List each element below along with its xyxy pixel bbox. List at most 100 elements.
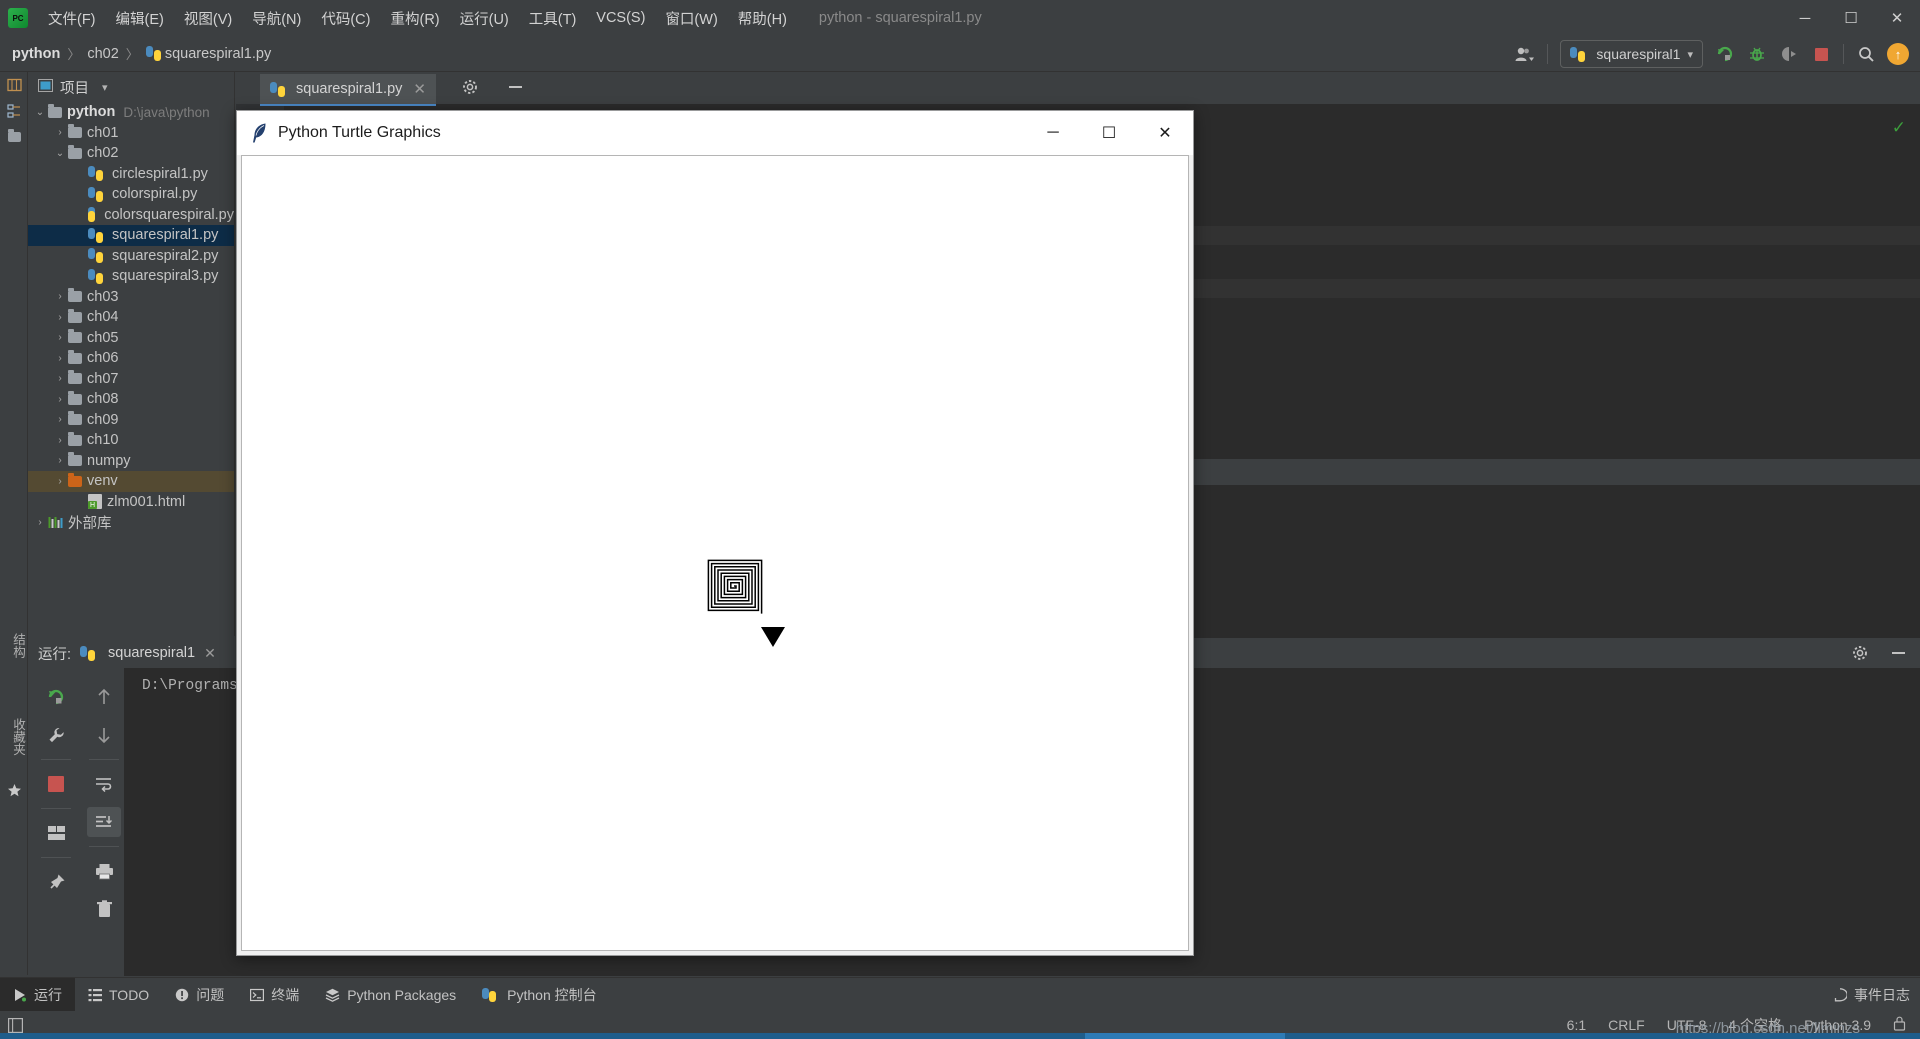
chevron-icon[interactable]: › xyxy=(52,373,68,384)
chevron-icon[interactable]: › xyxy=(52,414,68,425)
caret-position[interactable]: 6:1 xyxy=(1567,1017,1586,1033)
run-button[interactable] xyxy=(1710,40,1740,68)
menu-view[interactable]: 视图(V) xyxy=(174,5,242,32)
favorites-star-icon[interactable] xyxy=(0,777,28,803)
chevron-icon[interactable]: › xyxy=(52,332,68,343)
menu-navigate[interactable]: 导航(N) xyxy=(242,5,311,32)
strip-label-structure[interactable]: 结构 xyxy=(0,627,28,664)
tree-item-ch06[interactable]: › ch06 xyxy=(28,348,234,369)
tool-todo[interactable]: TODO xyxy=(75,978,162,1012)
rerun-button[interactable] xyxy=(39,682,73,712)
chevron-icon[interactable]: › xyxy=(32,517,48,528)
menu-refactor[interactable]: 重构(R) xyxy=(380,5,449,32)
tree-item-zlm001-html[interactable]: zlm001.html xyxy=(28,492,234,513)
trash-icon[interactable] xyxy=(87,894,121,924)
chevron-icon[interactable]: › xyxy=(52,455,68,466)
menu-vcs[interactable]: VCS(S) xyxy=(586,7,655,29)
arrow-down-icon[interactable] xyxy=(87,720,121,750)
update-project-icon[interactable]: ↑ xyxy=(1883,40,1913,68)
turtle-maximize-button[interactable]: ☐ xyxy=(1081,111,1137,155)
window-close-button[interactable]: ✕ xyxy=(1874,0,1920,36)
indent-setting[interactable]: 4 个空格 xyxy=(1728,1015,1782,1035)
tool-python-packages[interactable]: Python Packages xyxy=(312,978,469,1012)
chevron-icon[interactable]: › xyxy=(52,312,68,323)
hide-panel-icon[interactable] xyxy=(1883,639,1913,667)
chevron-icon[interactable]: ⌄ xyxy=(52,148,68,159)
chevron-icon[interactable]: › xyxy=(52,394,68,405)
python-turtle-graphics-window[interactable]: Python Turtle Graphics ─ ☐ ✕ xyxy=(236,110,1194,956)
turtle-close-button[interactable]: ✕ xyxy=(1137,111,1193,155)
project-view-icon[interactable] xyxy=(0,72,28,98)
lock-icon[interactable] xyxy=(1893,1016,1906,1034)
tree-item-circlespiral1-py[interactable]: circlespiral1.py xyxy=(28,164,234,185)
window-minimize-button[interactable]: ─ xyxy=(1782,0,1828,36)
tool-terminal[interactable]: 终端 xyxy=(237,978,312,1012)
account-icon[interactable] xyxy=(1510,40,1540,68)
breadcrumb-folder[interactable]: ch02 xyxy=(87,46,118,62)
tree-item-ch05[interactable]: › ch05 xyxy=(28,328,234,349)
search-icon[interactable] xyxy=(1851,40,1881,68)
tree-item-ch02[interactable]: ⌄ ch02 xyxy=(28,143,234,164)
stop-square-icon[interactable] xyxy=(39,769,73,799)
tree-item-colorspiral-py[interactable]: colorspiral.py xyxy=(28,184,234,205)
wrench-icon[interactable] xyxy=(39,720,73,750)
tree-item-squarespiral2-py[interactable]: squarespiral2.py xyxy=(28,246,234,267)
run-with-coverage-button[interactable] xyxy=(1774,40,1804,68)
tree-item-numpy[interactable]: › numpy xyxy=(28,451,234,472)
tree-item-ch01[interactable]: › ch01 xyxy=(28,123,234,144)
chevron-icon[interactable]: ⌄ xyxy=(32,107,48,118)
tree-item-ch04[interactable]: › ch04 xyxy=(28,307,234,328)
strip-label-favorites[interactable]: 收藏夹 xyxy=(0,712,28,762)
chevron-icon[interactable]: › xyxy=(52,435,68,446)
arrow-up-icon[interactable] xyxy=(87,682,121,712)
soft-wrap-icon[interactable] xyxy=(87,769,121,799)
breadcrumb-project[interactable]: python xyxy=(12,46,60,62)
run-configuration-selector[interactable]: squarespiral1 ▾ xyxy=(1560,40,1703,68)
pin-icon[interactable] xyxy=(39,867,73,897)
editor-tab-squarespiral1[interactable]: squarespiral1.py ✕ xyxy=(260,74,436,106)
tree-item-ch09[interactable]: › ch09 xyxy=(28,410,234,431)
inspection-ok-icon[interactable]: ✓ xyxy=(1892,118,1906,138)
tool-run[interactable]: 运行 xyxy=(0,977,75,1012)
chevron-icon[interactable]: › xyxy=(52,476,68,487)
run-panel-tab-name[interactable]: squarespiral1 xyxy=(108,645,195,661)
folder-strip-icon[interactable] xyxy=(0,124,28,150)
event-log-button[interactable]: 事件日志 xyxy=(1833,985,1910,1005)
chevron-icon[interactable]: › xyxy=(52,127,68,138)
turtle-canvas[interactable] xyxy=(241,155,1189,951)
show-tool-windows-button[interactable] xyxy=(8,1017,23,1033)
tree-item-python[interactable]: ⌄ python D:\java\python xyxy=(28,102,234,123)
gear-icon[interactable] xyxy=(1845,639,1875,667)
line-separator[interactable]: CRLF xyxy=(1608,1017,1645,1033)
menu-run[interactable]: 运行(U) xyxy=(450,5,519,32)
gear-icon[interactable] xyxy=(455,73,485,101)
stop-button[interactable] xyxy=(1806,40,1836,68)
structure-view-icon[interactable] xyxy=(0,98,28,124)
tree-item-ch07[interactable]: › ch07 xyxy=(28,369,234,390)
tree-item-ch08[interactable]: › ch08 xyxy=(28,389,234,410)
menu-help[interactable]: 帮助(H) xyxy=(728,5,797,32)
file-encoding[interactable]: UTF-8 xyxy=(1667,1017,1707,1033)
debug-button[interactable] xyxy=(1742,40,1772,68)
project-tree[interactable]: ⌄ python D:\java\python › ch01 ⌄ ch02 circlespi… xyxy=(28,102,234,533)
menu-code[interactable]: 代码(C) xyxy=(311,5,380,32)
scroll-end-icon[interactable] xyxy=(87,807,121,837)
tree-item-colorsquarespiral-py[interactable]: colorsquarespiral.py xyxy=(28,205,234,226)
tool-python-console[interactable]: Python 控制台 xyxy=(469,978,609,1012)
chevron-down-icon[interactable]: ▾ xyxy=(102,81,108,94)
menu-edit[interactable]: 编辑(E) xyxy=(106,5,174,32)
tree-item-ch10[interactable]: › ch10 xyxy=(28,430,234,451)
python-interpreter[interactable]: Python 3.9 xyxy=(1804,1017,1871,1033)
tree-item-squarespiral1-py[interactable]: squarespiral1.py xyxy=(28,225,234,246)
tree-item-venv[interactable]: › venv xyxy=(28,471,234,492)
tool-problems[interactable]: 问题 xyxy=(162,978,237,1012)
tree-item-squarespiral3-py[interactable]: squarespiral3.py xyxy=(28,266,234,287)
menu-file[interactable]: 文件(F) xyxy=(38,5,106,32)
window-maximize-button[interactable]: ☐ xyxy=(1828,0,1874,36)
menu-window[interactable]: 窗口(W) xyxy=(655,5,727,32)
menu-tools[interactable]: 工具(T) xyxy=(519,5,587,32)
chevron-icon[interactable]: › xyxy=(52,353,68,364)
turtle-minimize-button[interactable]: ─ xyxy=(1025,111,1081,155)
tree-item----[interactable]: › 外部库 xyxy=(28,512,234,533)
close-icon[interactable]: ✕ xyxy=(413,80,426,98)
